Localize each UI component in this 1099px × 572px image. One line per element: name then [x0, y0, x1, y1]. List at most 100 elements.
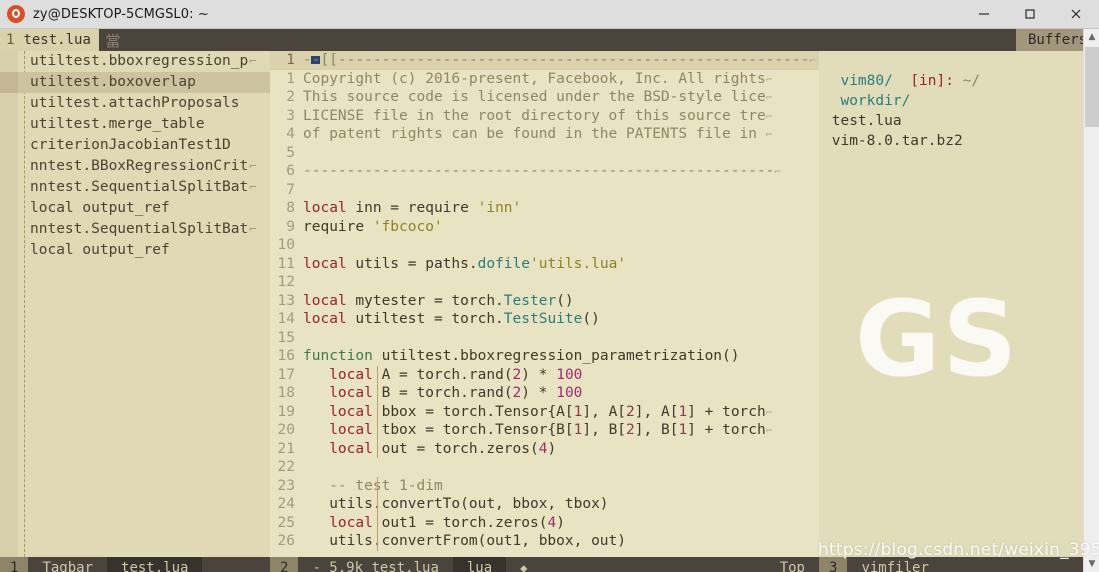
- editor-line[interactable]: 2 This source code is licensed under the …: [270, 88, 819, 107]
- code-token: (: [503, 366, 513, 383]
- line-number: 17: [277, 366, 295, 383]
- editor-line[interactable]: 23 -- test 1-dim: [270, 476, 819, 495]
- window-scrollbar[interactable]: ▲ ▼: [1083, 29, 1099, 572]
- editor-line[interactable]: 13 local mytester = torch.Tester(): [270, 292, 819, 311]
- editor-line[interactable]: 7: [270, 181, 819, 200]
- editor-line[interactable]: 22: [270, 458, 819, 477]
- code-token: (): [582, 311, 600, 327]
- code-token: 2: [626, 422, 635, 438]
- editor-line[interactable]: 4 of patent rights can be found in the PA…: [270, 125, 819, 144]
- tagbar-item[interactable]: nntest.BBoxRegressionCrit⌐: [0, 156, 270, 177]
- editor-line[interactable]: 24 utils.convertTo(out, bbox, tbox): [270, 495, 819, 514]
- tagbar-item-label: utiltest.bboxregression_p: [30, 53, 249, 69]
- code-token: 100: [556, 366, 583, 383]
- truncation-icon: ⌐: [765, 72, 773, 86]
- code-token: 2: [512, 366, 522, 383]
- code-token: out1 = torch.zeros: [372, 514, 539, 531]
- editor-line[interactable]: 9 require 'fbcoco': [270, 218, 819, 237]
- vimfiler-entry[interactable]: test.lua: [819, 111, 1099, 131]
- vimfiler-entry[interactable]: vim-8.0.tar.bz2: [819, 131, 1099, 151]
- statusline-segment: - 5.9k test.lua: [298, 557, 453, 572]
- ubuntu-icon: [7, 5, 25, 23]
- editor-line[interactable]: 20 local tbox = torch.Tensor{B[1], B[2],…: [270, 421, 819, 440]
- editor-line[interactable]: 12: [270, 273, 819, 292]
- editor-line[interactable]: 8 local inn = require 'inn': [270, 199, 819, 218]
- line-number: 5: [286, 144, 295, 161]
- editor-line[interactable]: 25 local out1 = torch.zeros(4): [270, 513, 819, 532]
- tagbar-item[interactable]: criterionJacobianTest1D: [0, 135, 270, 156]
- tagbar-item[interactable]: utiltest.boxoverlap: [0, 72, 270, 93]
- maximize-button[interactable]: [1007, 0, 1053, 29]
- line-number: 22: [277, 459, 295, 475]
- editor-line[interactable]: 17 local A = torch.rand(2) * 100: [270, 365, 819, 384]
- tagbar-item[interactable]: local output_ref: [0, 198, 270, 219]
- line-text: of patent rights can be found in the PAT…: [303, 125, 819, 144]
- tagbar-item[interactable]: nntest.SequentialSplitBat⌐: [0, 177, 270, 198]
- editor-line[interactable]: 1 Copyright (c) 2016-present, Facebook, I…: [270, 70, 819, 89]
- editor-line[interactable]: 18 local B = torch.rand(2) * 100: [270, 384, 819, 403]
- editor-line[interactable]: 6 ---------------------------------------…: [270, 162, 819, 181]
- line-number: 26: [277, 533, 295, 549]
- code-token: inn = require: [346, 200, 478, 216]
- tagbar-item[interactable]: local output_ref: [0, 240, 270, 261]
- code-token: local: [329, 514, 373, 531]
- statusline-diamond-icon: ◆: [506, 557, 542, 572]
- tagbar-item[interactable]: utiltest.attachProposals: [0, 93, 270, 114]
- tab-modified-icon: 當: [105, 31, 121, 50]
- editor-line[interactable]: 26 utils.convertFrom(out1, bbox, out): [270, 532, 819, 551]
- code-token: ], A[: [582, 403, 627, 420]
- line-text: [303, 273, 819, 292]
- line-text: require 'fbcoco': [303, 218, 819, 237]
- vimfiler-entry-label: test.lua: [823, 113, 902, 129]
- editor-pane[interactable]: 1 --[[-----------------------------------…: [270, 51, 819, 557]
- code-token: utils.convertTo(out, bbox, tbox): [303, 496, 609, 512]
- code-token: *: [530, 385, 557, 401]
- code-token: ): [556, 514, 565, 531]
- code-token: (): [556, 292, 574, 309]
- tagbar-item[interactable]: utiltest.bboxregression_p⌐: [0, 51, 270, 72]
- editor-line[interactable]: 14 local utiltest = torch.TestSuite(): [270, 310, 819, 329]
- editor-line[interactable]: 11 local utils = paths.dofile'utils.lua': [270, 255, 819, 274]
- code-token: (: [530, 440, 539, 457]
- scrollbar-thumb[interactable]: [1085, 47, 1099, 127]
- vimfiler-pane[interactable]: [in]: ~/ vim80/ workdir/ test.lua vim-8.…: [819, 51, 1099, 557]
- editor-line[interactable]: 21 local out = torch.zeros(4): [270, 439, 819, 458]
- code-token: local: [329, 422, 373, 438]
- code-token: 100: [556, 385, 583, 401]
- editor-line[interactable]: 16 function utiltest.bboxregression_param…: [270, 347, 819, 366]
- line-number: 4: [286, 126, 295, 142]
- code-token: utiltest = torch.: [346, 311, 504, 327]
- close-button[interactable]: [1053, 0, 1099, 29]
- editor-line[interactable]: 5: [270, 144, 819, 163]
- tagbar-item[interactable]: utiltest.merge_table: [0, 114, 270, 135]
- statusline-segment: Tagbar: [28, 557, 108, 572]
- editor-line[interactable]: 19 local bbox = torch.Tensor{A[1], A[2],…: [270, 402, 819, 421]
- code-token: Tester: [503, 292, 557, 309]
- editor-line[interactable]: 15: [270, 329, 819, 348]
- vimfiler-header-path: ~/: [962, 73, 981, 89]
- vimfiler-entry[interactable]: workdir/: [819, 91, 1099, 111]
- line-text: function utiltest.bboxregression_paramet…: [303, 347, 819, 366]
- code-token: 1: [678, 403, 688, 420]
- editor-line[interactable]: 3 LICENSE file in the root directory of t…: [270, 107, 819, 126]
- tagbar-pane[interactable]: utiltest.bboxregression_p⌐ utiltest.boxov…: [0, 51, 270, 557]
- line-text: Copyright (c) 2016-present, Facebook, In…: [303, 70, 819, 89]
- tagbar-item[interactable]: nntest.SequentialSplitBat⌐: [0, 219, 270, 240]
- code-token: LICENSE file in the root directory of th…: [303, 107, 766, 124]
- truncation-icon: ⌐: [765, 405, 773, 419]
- editor-line[interactable]: 1 --[[-----------------------------------…: [270, 51, 819, 70]
- line-text: [303, 144, 819, 163]
- editor-line[interactable]: 10: [270, 236, 819, 255]
- window-title: zy@DESKTOP-5CMGSL0: ~: [33, 6, 209, 22]
- minimize-button[interactable]: [961, 0, 1007, 29]
- scroll-up-icon[interactable]: ▲: [1084, 29, 1099, 45]
- tagbar-item-label: criterionJacobianTest1D: [30, 137, 231, 153]
- code-token: function: [303, 348, 373, 364]
- line-text: [303, 181, 819, 200]
- code-token: utiltest.bboxregression_parametrization(…: [372, 348, 740, 364]
- line-number: 11: [277, 255, 295, 272]
- tab-test-lua[interactable]: 1 test.lua: [0, 29, 99, 51]
- code-token: (: [503, 385, 513, 401]
